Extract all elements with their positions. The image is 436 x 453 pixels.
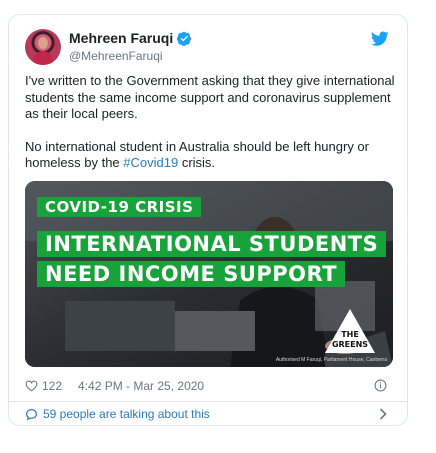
speech-bubble-icon (26, 408, 37, 421)
banner-international-students: INTERNATIONAL STUDENTS (37, 231, 387, 257)
author-display-name[interactable]: Mehreen Faruqi (69, 30, 173, 46)
like-count[interactable]: 122 (42, 379, 62, 393)
author-name-row[interactable]: Mehreen Faruqi (69, 30, 192, 46)
conversation-label[interactable]: 59 people are talking about this (43, 407, 210, 421)
authorisation-note: Authorised M Faruqi, Parliament House, C… (275, 357, 387, 363)
heart-icon[interactable] (25, 380, 38, 392)
hashtag-link[interactable]: #Covid19 (123, 155, 178, 170)
chevron-right-icon[interactable] (379, 408, 387, 420)
the-greens-logo: THE GREENS (325, 309, 375, 353)
tweet-paragraph-2: No international student in Australia sh… (25, 139, 397, 172)
twitter-bird-icon[interactable] (371, 31, 389, 47)
tweet-paragraph-1: I've written to the Government asking th… (25, 73, 395, 121)
info-icon[interactable] (374, 379, 387, 392)
divider (9, 401, 407, 402)
tweet-header: Mehreen Faruqi @MehreenFaruqi (25, 29, 391, 69)
logo-the: THE (341, 330, 359, 339)
tweet-paragraph-2-suffix: crisis. (178, 155, 216, 170)
tweet-timestamp[interactable]: 4:42 PM - Mar 25, 2020 (78, 379, 204, 393)
conversation-link[interactable]: 59 people are talking about this (25, 405, 391, 423)
avatar[interactable] (25, 29, 61, 65)
tweet-meta: 122 4:42 PM - Mar 25, 2020 (25, 377, 391, 395)
logo-greens: GREENS (332, 340, 368, 349)
tweet-card: Mehreen Faruqi @MehreenFaruqi I've writt… (8, 14, 408, 426)
verified-icon (177, 31, 192, 46)
banner-need-income-support: NEED INCOME SUPPORT (37, 261, 346, 287)
author-handle[interactable]: @MehreenFaruqi (69, 49, 163, 63)
tweet-media-image[interactable]: COVID-19 CRISIS INTERNATIONAL STUDENTS N… (25, 181, 393, 367)
banner-covid-crisis: COVID-19 CRISIS (37, 197, 202, 217)
tweet-text: I've written to the Government asking th… (25, 73, 397, 188)
